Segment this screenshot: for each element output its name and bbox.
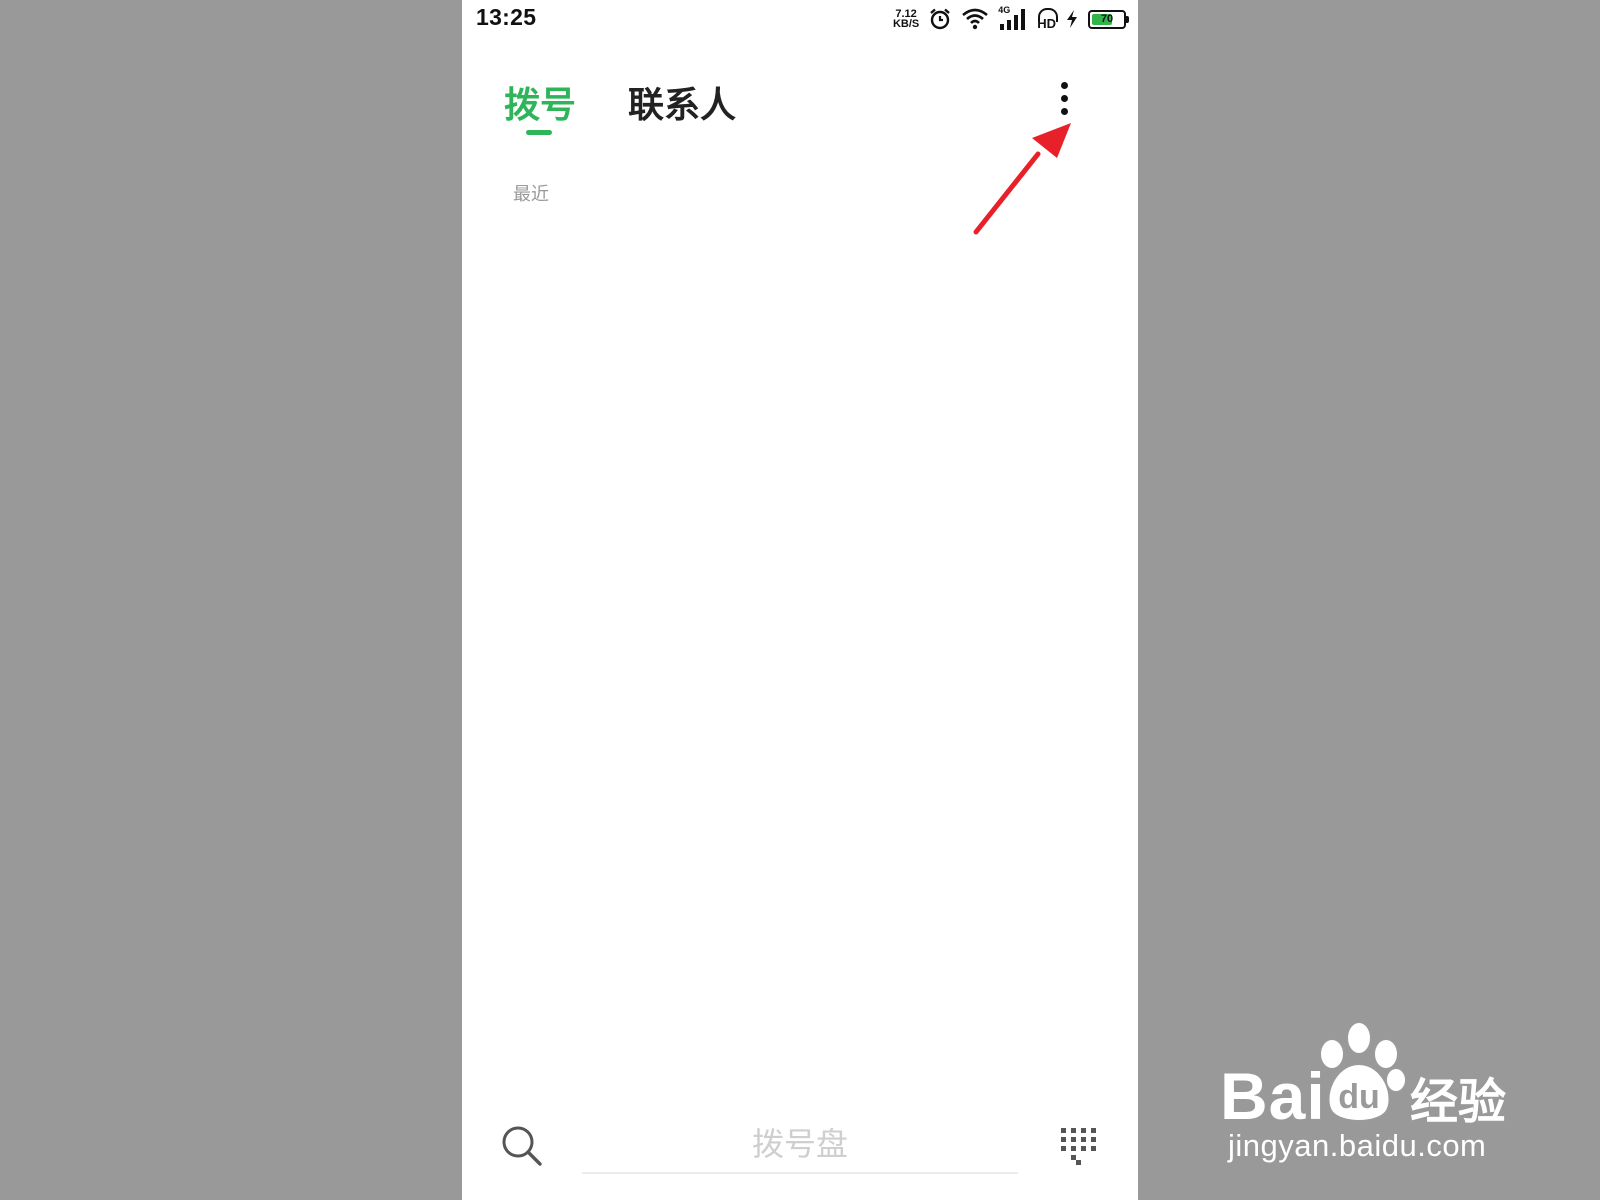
net-speed: 7.12 KB/S <box>892 9 920 30</box>
status-time: 13:25 <box>476 4 537 30</box>
charging-icon <box>1067 10 1077 28</box>
search-icon[interactable] <box>500 1124 544 1168</box>
baidu-jingyan-watermark: du Bai 经验 jingyan.baidu.com <box>1220 1020 1570 1170</box>
cellular-signal-icon <box>1000 9 1026 30</box>
wifi-icon <box>962 8 989 30</box>
battery-level: 70 <box>1100 12 1114 25</box>
baidu-du-text: du <box>1338 1078 1380 1116</box>
net-speed-unit: KB/S <box>892 18 920 30</box>
baidu-brand-text: Bai <box>1220 1059 1326 1133</box>
annotation-arrow <box>973 123 1071 235</box>
hd-voice-icon: HD <box>1037 7 1058 31</box>
dialpad-input[interactable] <box>582 1116 1018 1174</box>
dialpad-grid-icon[interactable] <box>1058 1126 1098 1166</box>
active-tab-indicator <box>526 130 552 135</box>
watermark-url: jingyan.baidu.com <box>1228 1128 1487 1163</box>
tab-dial[interactable]: 拨号 <box>504 76 576 128</box>
jingyan-text: 经验 <box>1410 1074 1507 1130</box>
tab-contacts[interactable]: 联系人 <box>628 76 736 128</box>
cellular-signal: 4G <box>998 5 1028 31</box>
menu-dot <box>1060 94 1068 102</box>
alarm-icon <box>930 8 951 30</box>
battery-icon: 70 <box>1088 9 1129 29</box>
recent-section-label: 最近 <box>513 184 549 205</box>
status-icons: 7.12 KB/S 4G HD 70 <box>892 5 1129 32</box>
menu-dot <box>1060 81 1068 89</box>
